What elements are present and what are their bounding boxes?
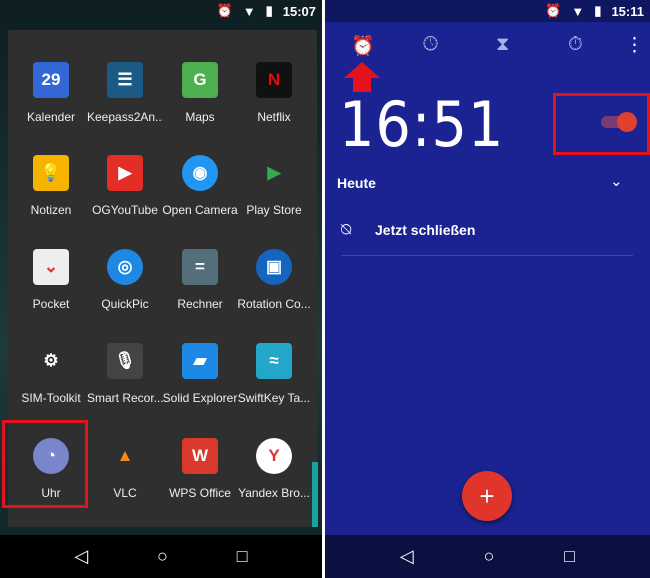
pocket-icon: ⌄ xyxy=(33,249,69,285)
battery-icon: ▮ xyxy=(594,3,602,18)
netflix-icon: N xyxy=(256,62,292,98)
tab-timer-icon[interactable]: ⧗ xyxy=(496,34,509,56)
dismiss-alarm-button[interactable]: Jetzt schließen xyxy=(375,222,475,238)
app-label: VLC xyxy=(113,486,137,500)
yandex-browser-icon: Y xyxy=(256,438,292,474)
app-sim-toolkit[interactable]: ⚙ SIM-Toolkit xyxy=(13,343,89,405)
tab-stopwatch-icon[interactable]: ⏱︎ xyxy=(568,34,583,56)
scrollbar[interactable] xyxy=(312,462,318,527)
app-wps-office[interactable]: W WPS Office xyxy=(162,438,238,500)
uhr-highlight-box xyxy=(2,420,88,508)
folder-icon: ▰ xyxy=(182,343,218,379)
app-label: Play Store xyxy=(246,203,302,217)
back-button[interactable]: ◁ xyxy=(74,546,88,567)
app-label: Notizen xyxy=(30,203,72,217)
clock-tabs: ⏰ 🕓︎ ⧗ ⏱︎ ⋮ xyxy=(325,34,650,60)
microphone-icon: 🎙 xyxy=(107,343,143,379)
status-time: 15:11 xyxy=(611,3,644,19)
app-yandex-bro[interactable]: Y Yandex Bro... xyxy=(236,438,312,500)
app-play-store[interactable]: ▶ Play Store xyxy=(236,155,312,217)
camera-icon: ◉ xyxy=(182,155,218,191)
recents-button[interactable]: □ xyxy=(237,546,248,567)
app-label: Kalender xyxy=(26,110,76,124)
app-drawer-screen: ⏰ ▼ ▮ 15:07 29 Kalender ☰ Keepass2An... G Map… xyxy=(0,0,322,578)
app-swiftkey-ta[interactable]: ≈ SwiftKey Ta... xyxy=(236,343,312,405)
app-label: Smart Recor... xyxy=(87,391,163,405)
navigation-bar: ◁ ○ □ xyxy=(325,535,650,578)
home-button[interactable]: ○ xyxy=(157,546,168,567)
app-pocket[interactable]: ⌄ Pocket xyxy=(13,249,89,311)
app-label: Rechner xyxy=(177,297,223,311)
recents-button[interactable]: □ xyxy=(564,546,575,567)
tab-clock-icon[interactable]: 🕓︎ xyxy=(423,34,438,56)
alarm-icon: ⏰ xyxy=(216,3,233,18)
quickpic-icon: ◎ xyxy=(107,249,143,285)
status-time: 15:07 xyxy=(282,3,316,19)
app-keepass2an[interactable]: ☰ Keepass2An... xyxy=(87,62,163,124)
alarm-off-icon[interactable]: ⍉ xyxy=(341,220,351,240)
app-smart-recor[interactable]: 🎙 Smart Recor... xyxy=(87,343,163,405)
app-vlc[interactable]: ▲ VLC xyxy=(87,438,163,500)
status-bar: ⏰ ▼ ▮ 15:11 xyxy=(325,0,650,22)
alarm-icon: ⏰ xyxy=(545,3,562,18)
app-label: Pocket xyxy=(32,297,70,311)
calculator-icon: = xyxy=(182,249,218,285)
alarm-day: Heute xyxy=(337,175,376,191)
app-label: Solid Explorer xyxy=(162,391,238,405)
app-label: Netflix xyxy=(257,110,291,124)
app-ogyoutube[interactable]: ▶ OGYouTube xyxy=(87,155,163,217)
app-maps[interactable]: G Maps xyxy=(162,62,238,124)
keepass-icon: ☰ xyxy=(107,62,143,98)
swiftkey-icon: ≈ xyxy=(256,343,292,379)
maps-icon: G xyxy=(182,62,218,98)
app-label: Keepass2An... xyxy=(87,110,163,124)
wps-office-icon: W xyxy=(182,438,218,474)
wifi-icon: ▼ xyxy=(242,3,256,19)
app-open-camera[interactable]: ◉ Open Camera xyxy=(162,155,238,217)
wifi-icon: ▼ xyxy=(571,3,585,19)
expand-chevron-icon[interactable]: ⌄ xyxy=(610,172,623,190)
divider xyxy=(341,255,633,256)
app-quickpic[interactable]: ◎ QuickPic xyxy=(87,249,163,311)
tab-alarm-icon[interactable]: ⏰ xyxy=(351,34,375,58)
battery-icon: ▮ xyxy=(265,3,273,18)
app-label: QuickPic xyxy=(101,297,149,311)
back-button[interactable]: ◁ xyxy=(400,546,414,567)
keep-notes-icon: 💡 xyxy=(33,155,69,191)
more-options-icon[interactable]: ⋮ xyxy=(625,34,644,57)
youtube-icon: ▶ xyxy=(107,155,143,191)
status-bar: ⏰ ▼ ▮ 15:07 xyxy=(0,0,322,22)
vlc-icon: ▲ xyxy=(107,438,143,474)
clock-app-screen: ⏰ ▼ ▮ 15:11 ⏰ 🕓︎ ⧗ ⏱︎ ⋮ 16:51 Heute ⌄ ⍉ … xyxy=(325,0,650,578)
app-label: WPS Office xyxy=(169,486,231,500)
sim-toolkit-icon: ⚙ xyxy=(33,343,69,379)
rotation-control-icon: ▣ xyxy=(256,249,292,285)
home-button[interactable]: ○ xyxy=(484,546,495,567)
app-rotation-co[interactable]: ▣ Rotation Co... xyxy=(236,249,312,311)
alarm-time[interactable]: 16:51 xyxy=(339,88,504,161)
red-arrow-icon xyxy=(344,62,380,78)
play-store-icon: ▶ xyxy=(256,155,292,191)
app-notizen[interactable]: 💡 Notizen xyxy=(13,155,89,217)
app-solid-explorer[interactable]: ▰ Solid Explorer xyxy=(162,343,238,405)
app-kalender[interactable]: 29 Kalender xyxy=(13,62,89,124)
add-alarm-button[interactable]: + xyxy=(462,471,512,521)
app-label: Maps xyxy=(185,110,215,124)
app-netflix[interactable]: N Netflix xyxy=(236,62,312,124)
app-label: SwiftKey Ta... xyxy=(237,391,311,405)
toggle-highlight-box xyxy=(553,93,650,155)
app-label: Rotation Co... xyxy=(237,297,311,311)
app-label: Open Camera xyxy=(162,203,238,217)
navigation-bar: ◁ ○ □ xyxy=(0,535,322,578)
app-rechner[interactable]: = Rechner xyxy=(162,249,238,311)
app-label: SIM-Toolkit xyxy=(21,391,81,405)
app-label: Yandex Bro... xyxy=(238,486,310,500)
calendar-icon: 29 xyxy=(33,62,69,98)
app-label: OGYouTube xyxy=(92,203,158,217)
